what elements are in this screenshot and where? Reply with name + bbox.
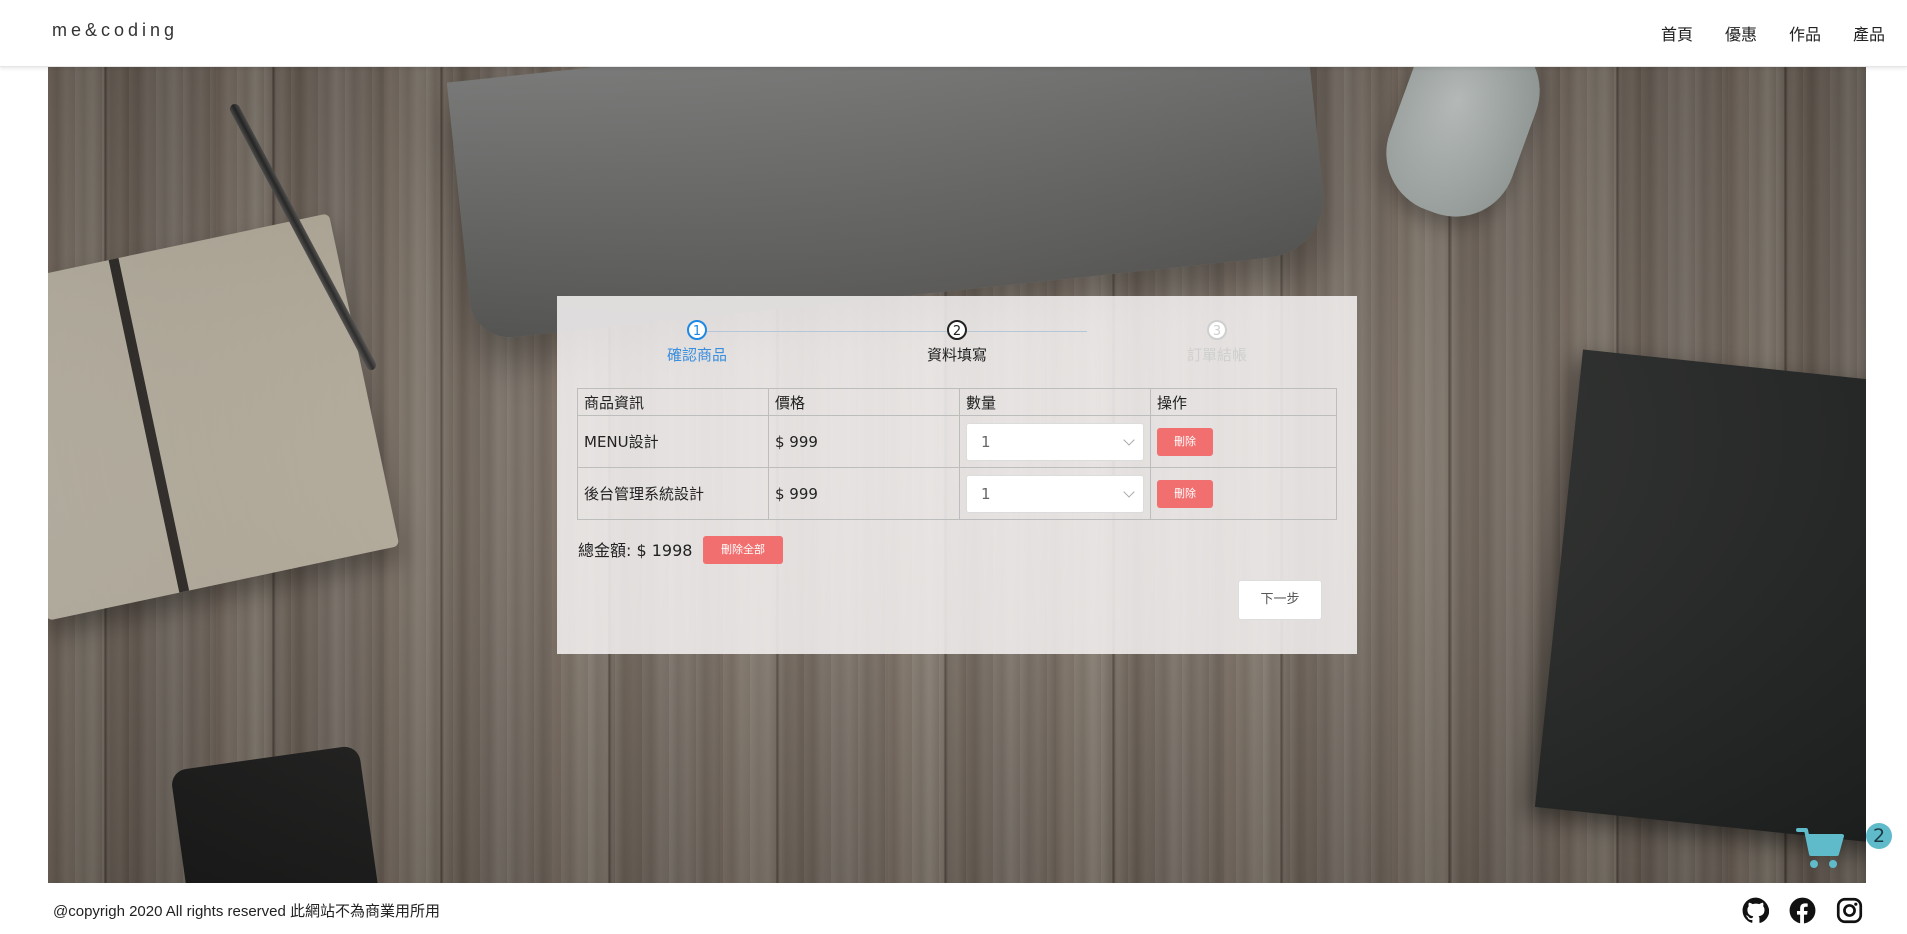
step-3-circle: 3 [1207,320,1227,340]
step-2: 2 資料填寫 [897,320,1017,365]
product-price: $ 999 [768,467,960,520]
top-navbar: me&coding 首頁 優惠 作品 產品 [0,0,1907,67]
chevron-down-icon [1123,485,1135,498]
col-price: 價格 [768,388,960,416]
product-name: MENU設計 [577,415,769,468]
col-quantity: 數量 [959,388,1151,416]
col-product-info: 商品資訊 [577,388,769,416]
table-row: 後台管理系統設計 $ 999 1 刪除 [577,467,1337,520]
checkout-steps: 1 確認商品 2 資料填寫 3 訂單結帳 [557,320,1357,370]
chevron-down-icon [1123,433,1135,446]
checkout-card: 1 確認商品 2 資料填寫 3 訂單結帳 商品資訊 價格 數量 操作 MENU設… [557,296,1357,654]
github-icon[interactable] [1742,897,1770,924]
quantity-select[interactable]: 1 [966,422,1144,461]
delete-all-button[interactable]: 刪除全部 [703,536,783,564]
nav-home[interactable]: 首頁 [1661,21,1693,45]
quantity-cell: 1 [959,415,1151,468]
product-price: $ 999 [768,415,960,468]
col-actions: 操作 [1150,388,1337,416]
cart-table: 商品資訊 價格 數量 操作 MENU設計 $ 999 1 刪除 後台管理系統設計… [577,388,1337,520]
step-1: 1 確認商品 [637,320,757,365]
brand-logo[interactable]: me&coding [52,20,178,41]
step-2-circle: 2 [947,320,967,340]
quantity-cell: 1 [959,467,1151,520]
action-cell: 刪除 [1150,415,1337,468]
action-cell: 刪除 [1150,467,1337,520]
cart-count-badge: 2 [1866,823,1892,849]
quantity-select[interactable]: 1 [966,474,1144,513]
facebook-icon[interactable] [1789,897,1816,924]
step-3: 3 訂單結帳 [1157,320,1277,365]
cart-header-row: 商品資訊 價格 數量 操作 [577,388,1337,416]
social-links [1742,897,1863,924]
quantity-value: 1 [981,484,991,503]
table-row: MENU設計 $ 999 1 刪除 [577,415,1337,468]
quantity-value: 1 [981,432,991,451]
nav-products[interactable]: 產品 [1853,21,1885,45]
delete-button[interactable]: 刪除 [1157,479,1213,508]
instagram-icon[interactable] [1836,897,1863,924]
cart-total: 總金額: $ 1998 [578,541,693,560]
step-3-label: 訂單結帳 [1186,346,1247,364]
nav-offers[interactable]: 優惠 [1725,21,1757,45]
next-step-button[interactable]: 下一步 [1238,580,1322,620]
main-nav: 首頁 優惠 作品 產品 [1661,21,1885,45]
product-name: 後台管理系統設計 [577,467,769,520]
footer-copyright: @copyrigh 2020 All rights reserved 此網站不為… [53,903,441,920]
delete-button[interactable]: 刪除 [1157,427,1213,456]
shopping-cart-icon[interactable] [1796,822,1846,872]
step-2-label: 資料填寫 [926,346,987,364]
step-1-label: 確認商品 [666,346,727,364]
step-1-circle: 1 [687,320,707,340]
nav-works[interactable]: 作品 [1789,21,1821,45]
